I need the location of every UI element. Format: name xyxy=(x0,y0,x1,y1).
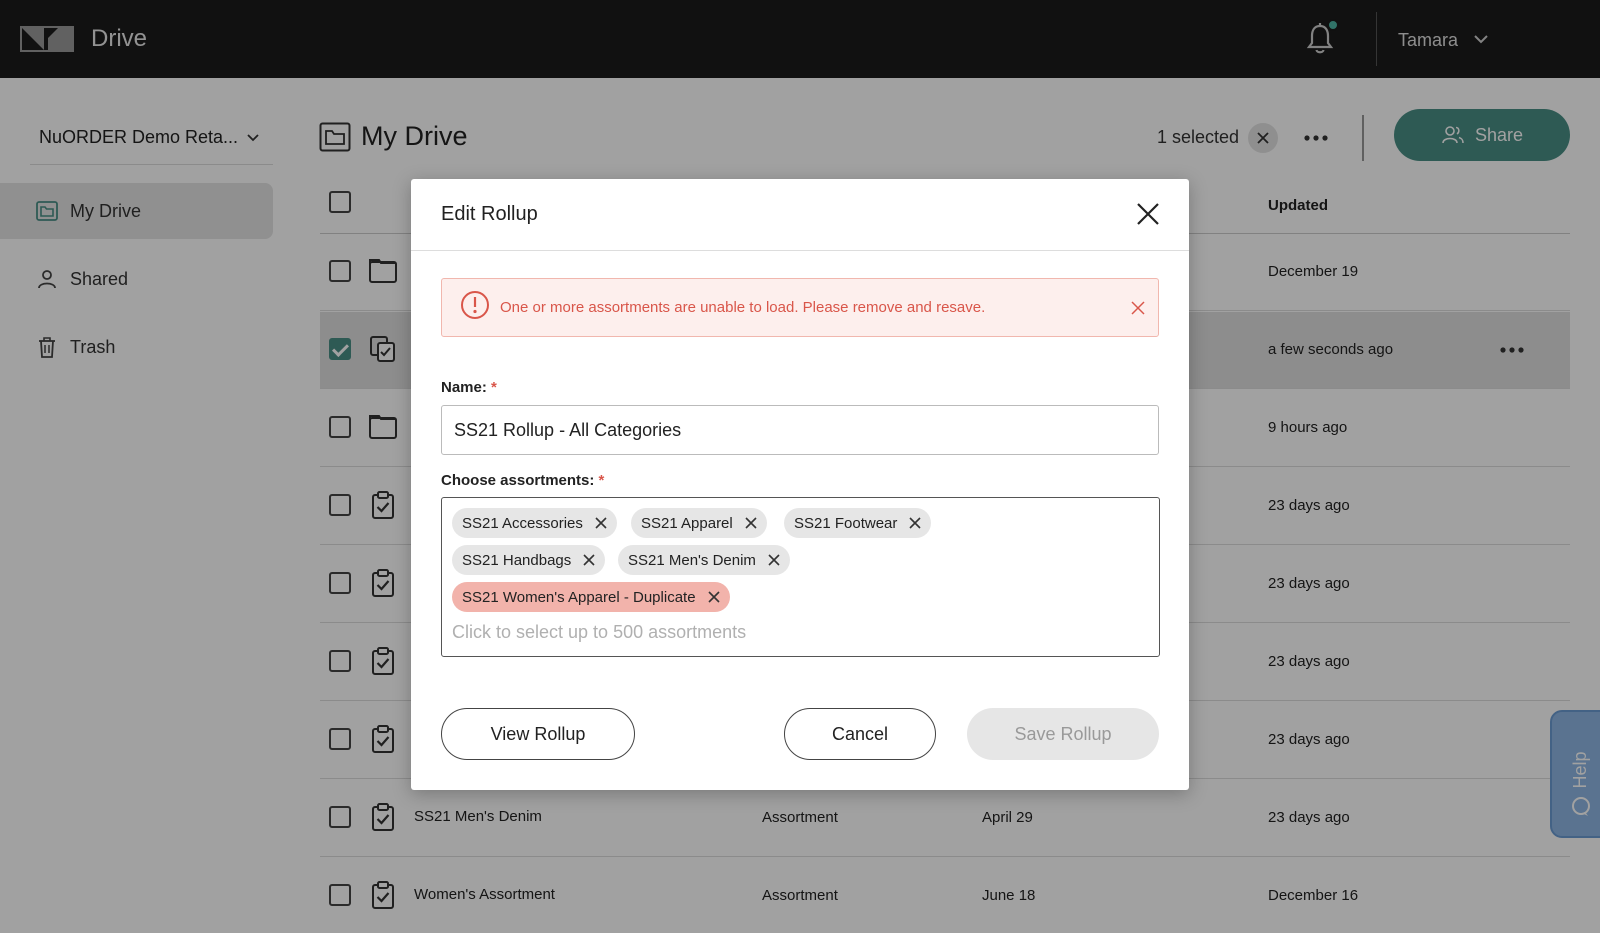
cancel-button[interactable]: Cancel xyxy=(784,708,936,760)
name-field-label: Name: * xyxy=(441,379,497,396)
assortment-chip: SS21 Accessories xyxy=(452,508,617,538)
remove-chip-icon[interactable] xyxy=(909,517,921,529)
error-alert: One or more assortments are unable to lo… xyxy=(441,278,1159,337)
close-icon[interactable] xyxy=(1131,301,1145,315)
remove-chip-icon[interactable] xyxy=(745,517,757,529)
assortment-chip: SS21 Footwear xyxy=(784,508,932,538)
edit-rollup-modal: Edit Rollup One or more assortments are … xyxy=(411,179,1189,790)
assortments-field-label: Choose assortments: * xyxy=(441,472,605,489)
view-rollup-button[interactable]: View Rollup xyxy=(441,708,635,760)
close-icon[interactable] xyxy=(1135,201,1161,227)
remove-chip-icon[interactable] xyxy=(768,554,780,566)
modal-header: Edit Rollup xyxy=(411,179,1189,251)
remove-chip-icon[interactable] xyxy=(583,554,595,566)
remove-chip-icon[interactable] xyxy=(707,591,720,603)
chip-label: SS21 Men's Denim xyxy=(628,551,756,569)
chip-label: SS21 Women's Apparel - Duplicate xyxy=(462,588,696,606)
chip-label: SS21 Handbags xyxy=(462,551,572,569)
chip-label: SS21 Apparel xyxy=(641,514,733,532)
required-marker: * xyxy=(598,472,605,489)
modal-title: Edit Rollup xyxy=(441,203,538,225)
assortment-chip: SS21 Apparel xyxy=(631,508,767,538)
alert-circle-icon xyxy=(461,291,489,319)
assortments-multiselect[interactable]: SS21 Accessories SS21 Apparel SS21 Footwea… xyxy=(441,497,1160,657)
required-marker: * xyxy=(491,379,497,396)
assortment-chip: SS21 Men's Denim xyxy=(618,545,790,575)
assortment-chip: SS21 Handbags xyxy=(452,545,606,575)
rollup-name-input[interactable]: SS21 Rollup - All Categories xyxy=(441,405,1159,455)
remove-chip-icon[interactable] xyxy=(595,517,607,529)
chip-label: SS21 Footwear xyxy=(794,514,898,532)
chip-label: SS21 Accessories xyxy=(462,514,583,532)
assortment-chip-error: SS21 Women's Apparel - Duplicate xyxy=(452,582,730,612)
assortments-placeholder[interactable]: Click to select up to 500 assortments xyxy=(452,622,746,643)
save-rollup-button[interactable]: Save Rollup xyxy=(967,708,1159,760)
alert-message: One or more assortments are unable to lo… xyxy=(500,299,986,316)
